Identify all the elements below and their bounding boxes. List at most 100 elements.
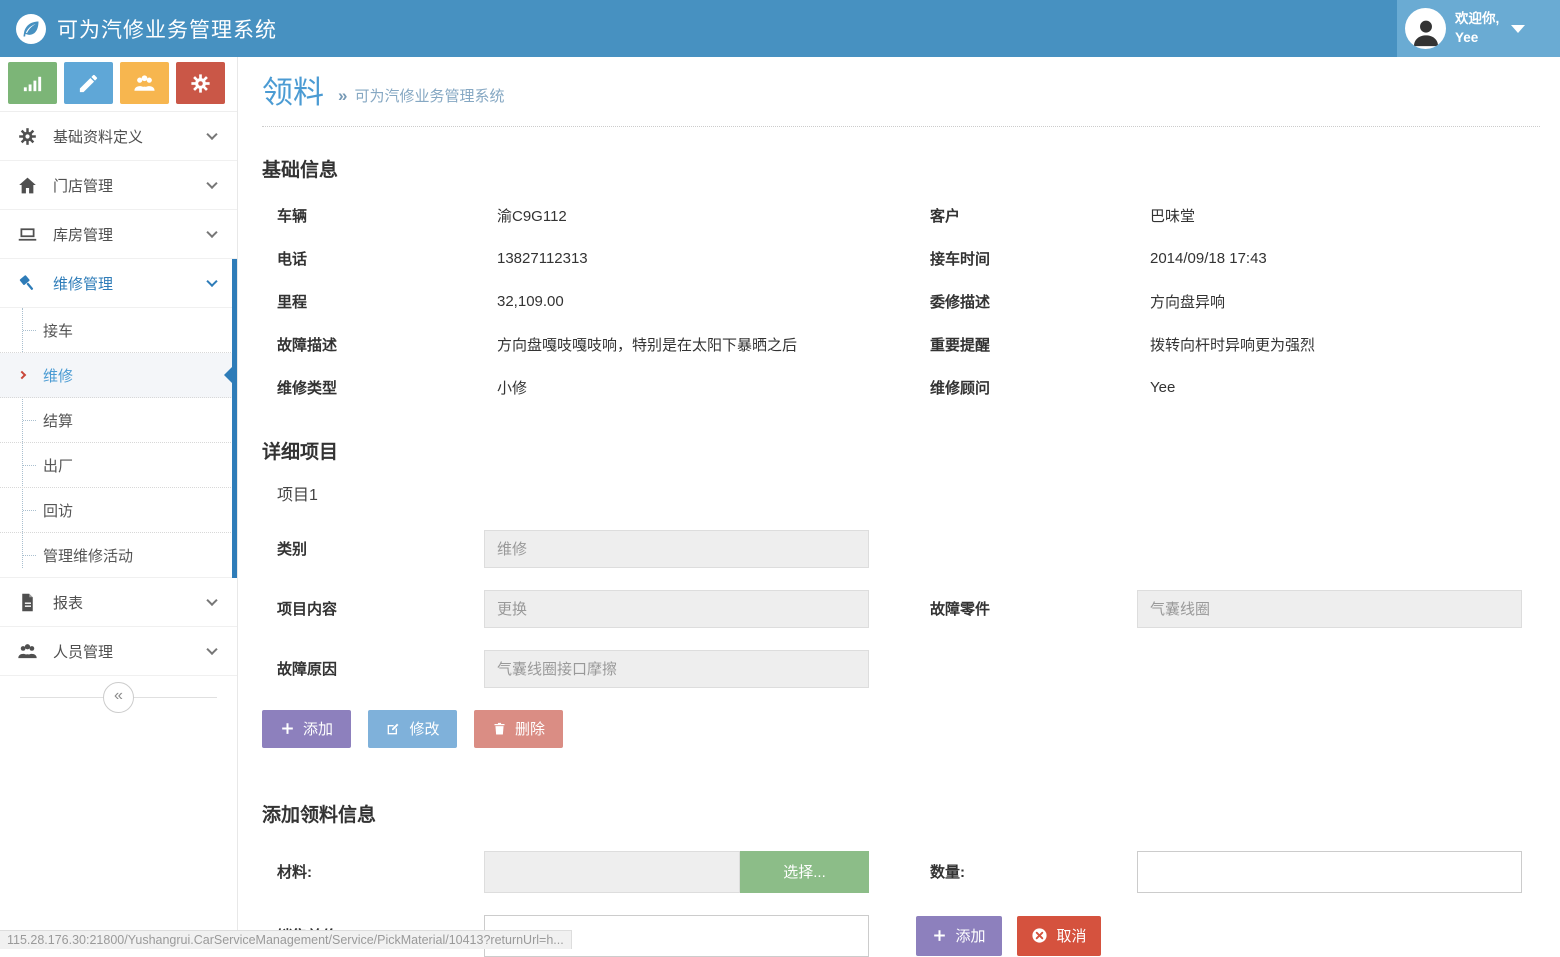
submenu-item-repair[interactable]: 维修 (0, 353, 237, 398)
field-value: 方向盘异响 (1137, 291, 1540, 312)
chevron-down-icon (206, 644, 217, 655)
submenu-item-departure[interactable]: 出厂 (0, 443, 237, 488)
edit-quick-button[interactable] (64, 62, 113, 104)
delete-item-button[interactable]: 删除 (474, 710, 563, 748)
chevron-down-icon (206, 227, 217, 238)
submenu-item-settlement[interactable]: 结算 (0, 398, 237, 443)
field-value: 13827112313 (484, 250, 930, 267)
page-head: 领料 » 可为汽修业务管理系统 (262, 75, 1540, 111)
active-arrow-icon (18, 371, 26, 379)
field-label: 维修类型 (277, 377, 484, 398)
button-label: 添加 (303, 718, 333, 739)
field-label: 类别 (277, 538, 484, 559)
button-label: 取消 (1056, 925, 1086, 946)
gear-icon (14, 126, 40, 147)
basic-info-rows: 车辆 渝C9G112 客户 巴味堂 电话 13827112313 接车时间 20… (262, 194, 1540, 409)
button-label: 修改 (409, 718, 439, 739)
sidebar-item-reports[interactable]: 报表 (0, 578, 237, 627)
field-value: 拨转向杆时异响更为强烈 (1137, 334, 1540, 355)
field-value: 2014/09/18 17:43 (1137, 250, 1540, 267)
detail-button-row: 添加 修改 删除 (262, 710, 1540, 748)
field-label: 材料: (277, 861, 484, 882)
breadcrumb-separator: » (338, 86, 347, 105)
button-label: 删除 (515, 718, 545, 739)
sidebar: 基础资料定义 门店管理 库房管理 维修管理 (0, 57, 238, 949)
info-row: 里程 32,109.00 委修描述 方向盘异响 (262, 280, 1540, 323)
field-value: 方向盘嘎吱嘎吱响，特别是在太阳下暴晒之后 (484, 334, 930, 355)
sidebar-item-label: 门店管理 (53, 175, 113, 196)
section-title-detail-items: 详细项目 (262, 437, 1540, 464)
chevron-down-icon (206, 129, 217, 140)
leaf-logo-icon (16, 14, 46, 44)
sidebar-item-base-data[interactable]: 基础资料定义 (0, 112, 237, 161)
field-value: 小修 (484, 377, 930, 398)
submenu-item-follow-up[interactable]: 回访 (0, 488, 237, 533)
sidebar-item-repair-mgmt[interactable]: 维修管理 (0, 259, 237, 308)
form-row-content-part: 项目内容 故障零件 (262, 590, 1540, 628)
field-label: 重要提醒 (930, 334, 1137, 355)
submenu-item-label: 接车 (43, 320, 73, 341)
repair-menu-group: 维修管理 接车 维修 结算 出厂 (0, 259, 237, 578)
confirm-add-material-button[interactable]: 添加 (916, 916, 1002, 956)
plus-icon (932, 928, 947, 943)
field-value: 32,109.00 (484, 293, 930, 310)
field-value: 渝C9G112 (484, 205, 930, 226)
user-menu[interactable]: 欢迎你, Yee (1397, 0, 1560, 57)
collapse-sidebar-button[interactable]: « (103, 682, 134, 713)
choose-material-button[interactable]: 选择... (740, 851, 869, 893)
faulty-part-input[interactable] (1137, 590, 1522, 628)
edit-item-button[interactable]: 修改 (368, 710, 457, 748)
home-icon (14, 175, 40, 196)
field-label: 项目内容 (277, 598, 484, 619)
cancel-button[interactable]: 取消 (1017, 916, 1101, 956)
form-row-reason: 故障原因 (262, 650, 1540, 688)
submenu-item-receive-car[interactable]: 接车 (0, 308, 237, 353)
sidebar-item-label: 报表 (53, 592, 83, 613)
app-title: 可为汽修业务管理系统 (57, 14, 277, 44)
status-url-bar: 115.28.176.30:21800/Yushangrui.CarServic… (0, 930, 572, 949)
users-icon (133, 72, 156, 95)
gears-icon (189, 72, 212, 95)
edit-icon (385, 721, 401, 737)
field-label: 客户 (930, 205, 1137, 226)
breadcrumb: » 可为汽修业务管理系统 (338, 85, 504, 111)
submenu-item-manage-activities[interactable]: 管理维修活动 (0, 533, 237, 578)
field-label: 故障描述 (277, 334, 484, 355)
submenu-item-label: 回访 (43, 500, 73, 521)
sidebar-item-personnel-mgmt[interactable]: 人员管理 (0, 627, 237, 676)
users-quick-button[interactable] (120, 62, 169, 104)
stats-quick-button[interactable] (8, 62, 57, 104)
category-input[interactable] (484, 530, 869, 568)
field-label: 电话 (277, 248, 484, 269)
chevron-down-icon (206, 276, 217, 287)
project-content-input[interactable] (484, 590, 869, 628)
submenu-item-label: 结算 (43, 410, 73, 431)
fault-reason-input[interactable] (484, 650, 869, 688)
material-input[interactable] (484, 851, 740, 893)
section-title-basic-info: 基础信息 (262, 155, 1540, 182)
welcome-prefix: 欢迎你, (1455, 10, 1499, 28)
chevron-down-icon (206, 178, 217, 189)
username: Yee (1455, 29, 1499, 47)
sidebar-item-store-mgmt[interactable]: 门店管理 (0, 161, 237, 210)
field-label: 数量: (930, 861, 1137, 882)
pick-button-row: 添加 取消 (916, 916, 1540, 956)
material-picker: 选择... (484, 851, 869, 893)
add-item-button[interactable]: 添加 (262, 710, 351, 748)
breadcrumb-text: 可为汽修业务管理系统 (354, 88, 504, 105)
field-label: 故障零件 (930, 598, 1137, 619)
field-label: 车辆 (277, 205, 484, 226)
quantity-input[interactable] (1137, 851, 1522, 893)
plus-icon (280, 721, 295, 736)
submenu-item-label: 出厂 (43, 455, 73, 476)
page-title: 领料 (262, 75, 324, 111)
field-label: 接车时间 (930, 248, 1137, 269)
sidebar-item-warehouse-mgmt[interactable]: 库房管理 (0, 210, 237, 259)
trash-icon (492, 721, 507, 736)
bar-chart-icon (21, 72, 44, 95)
avatar (1405, 8, 1446, 49)
sidebar-collapse-row: « (0, 676, 237, 718)
welcome-text: 欢迎你, Yee (1455, 10, 1499, 46)
info-row: 故障描述 方向盘嘎吱嘎吱响，特别是在太阳下暴晒之后 重要提醒 拨转向杆时异响更为… (262, 323, 1540, 366)
settings-quick-button[interactable] (176, 62, 225, 104)
